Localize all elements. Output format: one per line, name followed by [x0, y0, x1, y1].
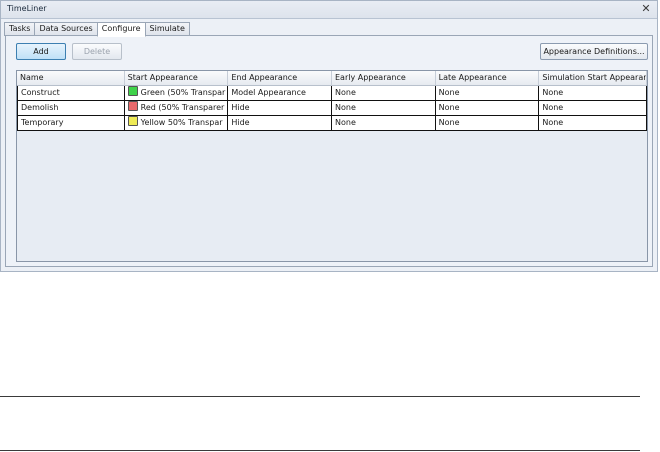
color-swatch-icon [127, 101, 138, 111]
window-title: TimeLiner [7, 4, 47, 13]
divider-line [0, 450, 640, 451]
cell-start-appearance[interactable]: Green (50% Transpar [125, 86, 229, 100]
cell-end-appearance[interactable]: Model Appearance [228, 86, 332, 100]
cell-early-appearance[interactable]: None [332, 101, 436, 115]
start-appearance-label: Yellow 50% Transpar [140, 118, 223, 127]
appearance-grid: Name Start Appearance End Appearance Ear… [16, 70, 648, 262]
column-header-late[interactable]: Late Appearance [436, 71, 540, 85]
cell-start-appearance[interactable]: Yellow 50% Transpar [125, 116, 229, 130]
tab-data-sources[interactable]: Data Sources [34, 22, 98, 36]
cell-sim-start-appearance[interactable]: None [539, 116, 647, 130]
grid-header: Name Start Appearance End Appearance Ear… [17, 71, 647, 86]
cell-late-appearance[interactable]: None [436, 101, 540, 115]
color-swatch-icon [127, 116, 138, 126]
column-header-name[interactable]: Name [17, 71, 125, 85]
close-icon[interactable]: ✕ [639, 2, 653, 16]
delete-button[interactable]: Delete [72, 43, 122, 60]
cell-sim-start-appearance[interactable]: None [539, 86, 647, 100]
tab-strip: Tasks Data Sources Configure Simulate [4, 22, 190, 37]
cell-late-appearance[interactable]: None [436, 86, 540, 100]
column-header-start[interactable]: Start Appearance [125, 71, 229, 85]
configure-pane: Add Delete Appearance Definitions... Nam… [5, 35, 653, 267]
timeliner-panel: TimeLiner ✕ Tasks Data Sources Configure… [0, 0, 658, 272]
cell-late-appearance[interactable]: None [436, 116, 540, 130]
column-header-sim-start[interactable]: Simulation Start Appearar [539, 71, 647, 85]
tab-configure[interactable]: Configure [96, 22, 146, 37]
table-row[interactable]: Demolish Red (50% Transparer Hide None N… [17, 101, 647, 116]
tab-simulate[interactable]: Simulate [144, 22, 190, 36]
divider-line [0, 396, 640, 397]
cell-name[interactable]: Demolish [17, 101, 125, 115]
color-swatch-icon [127, 86, 138, 96]
start-appearance-label: Red (50% Transparer [140, 103, 225, 112]
column-header-end[interactable]: End Appearance [228, 71, 332, 85]
cell-early-appearance[interactable]: None [332, 116, 436, 130]
cell-end-appearance[interactable]: Hide [228, 101, 332, 115]
column-header-early[interactable]: Early Appearance [332, 71, 436, 85]
add-button[interactable]: Add [16, 43, 66, 60]
table-row[interactable]: Construct Green (50% Transpar Model Appe… [17, 86, 647, 101]
start-appearance-label: Green (50% Transpar [140, 88, 226, 97]
cell-name[interactable]: Temporary [17, 116, 125, 130]
tab-tasks[interactable]: Tasks [4, 22, 36, 36]
cell-early-appearance[interactable]: None [332, 86, 436, 100]
cell-sim-start-appearance[interactable]: None [539, 101, 647, 115]
appearance-definitions-button[interactable]: Appearance Definitions... [540, 43, 648, 60]
table-row[interactable]: Temporary Yellow 50% Transpar Hide None … [17, 116, 647, 131]
title-bar: TimeLiner ✕ [1, 1, 657, 19]
cell-name[interactable]: Construct [17, 86, 125, 100]
cell-end-appearance[interactable]: Hide [228, 116, 332, 130]
cell-start-appearance[interactable]: Red (50% Transparer [125, 101, 229, 115]
